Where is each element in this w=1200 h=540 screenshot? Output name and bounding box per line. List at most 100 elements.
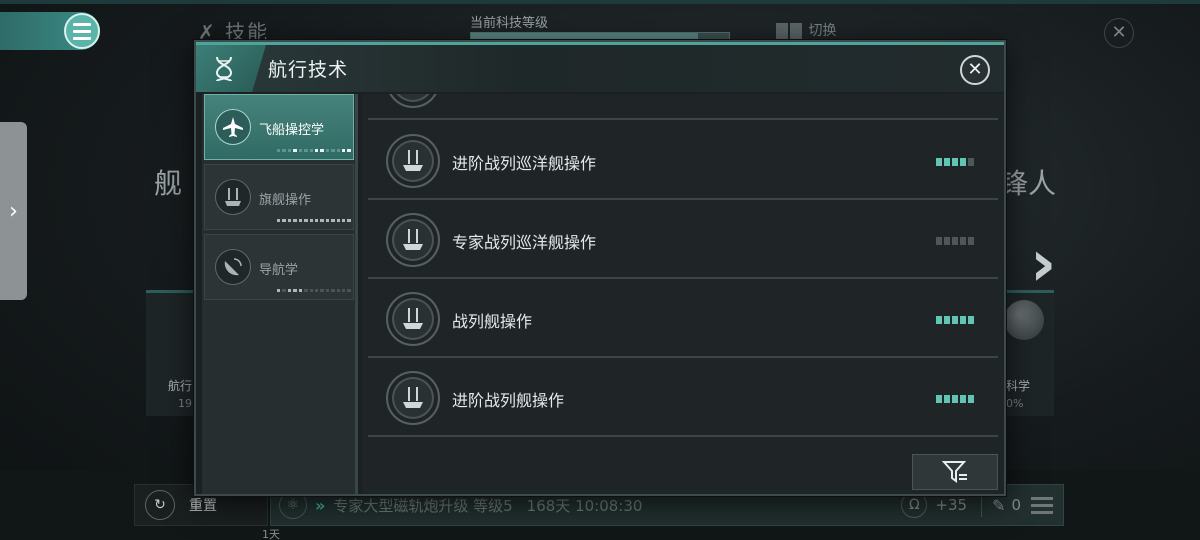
progress-dot <box>336 219 341 222</box>
progress-dot <box>342 149 346 152</box>
chevron-right-icon: › <box>9 198 18 224</box>
skill-name: 进阶战列巡洋舰操作 <box>452 154 597 173</box>
progress-dot <box>336 149 341 152</box>
sidebar-item-navigation[interactable]: 导航学 <box>204 234 354 300</box>
queue-skill-text: 专家大型磁轨炮升级 等级5 <box>333 496 513 515</box>
progress-dot <box>304 149 308 152</box>
queue-time-text: 168天 10:08:30 <box>526 496 643 515</box>
level-pip <box>968 316 974 324</box>
level-pip <box>968 395 974 403</box>
top-border <box>0 0 1200 4</box>
progress-dot <box>277 219 281 222</box>
level-pip <box>936 237 942 245</box>
skill-level-indicator <box>936 158 974 166</box>
sidebar-item-flagship-operation[interactable]: 旗舰操作 <box>204 164 354 230</box>
level-pip <box>944 237 950 245</box>
progress-dot <box>336 289 341 292</box>
tech-level-label: 当前科技等级 <box>470 16 549 31</box>
progress-dot <box>298 219 303 222</box>
category-progress-dots <box>277 219 351 223</box>
progress-dot <box>282 219 286 222</box>
battleship-icon <box>386 94 440 108</box>
level-pip <box>944 395 950 403</box>
battleship-icon <box>215 179 251 215</box>
progress-dot <box>282 149 286 152</box>
battleship-icon <box>386 134 440 188</box>
progress-dot <box>287 149 292 152</box>
level-pip <box>936 316 942 324</box>
progress-dot <box>320 149 324 152</box>
battleship-icon <box>386 292 440 346</box>
progress-dot <box>287 289 292 292</box>
list-item[interactable]: 专家战列巡洋舰操作 <box>368 201 998 279</box>
level-pip <box>952 158 958 166</box>
level-pip <box>944 158 950 166</box>
skill-level-indicator <box>936 237 974 245</box>
navigation-tech-dialog: 航行技术 ✕ 飞船操控学 旗舰操作 导航学 进阶战列巡洋舰操作 专家战列巡洋舰操… <box>194 40 1006 496</box>
list-icon[interactable] <box>1031 495 1053 516</box>
progress-dot <box>282 289 286 292</box>
dialog-header: 航行技术 ✕ <box>196 42 1004 92</box>
switch-button[interactable]: 切换 <box>776 20 836 40</box>
hamburger-menu-button[interactable] <box>64 13 100 49</box>
progress-dot <box>347 289 351 292</box>
level-pip <box>952 395 958 403</box>
close-icon: ✕ <box>967 59 983 80</box>
page-close-button[interactable]: ✕ <box>1104 18 1134 48</box>
progress-dot <box>277 149 281 152</box>
dialog-close-button[interactable]: ✕ <box>960 55 990 85</box>
list-item[interactable]: 进阶战列舰操作 <box>368 359 998 437</box>
planet-icon <box>1004 300 1044 340</box>
progress-dot <box>325 149 330 152</box>
day-tick-label: 1天 <box>262 528 280 540</box>
progress-dot <box>309 149 313 152</box>
queue-plus-count: +35 <box>935 496 968 514</box>
progress-dot <box>298 149 303 152</box>
filter-button[interactable] <box>912 454 998 490</box>
filter-icon <box>942 461 967 483</box>
dna-icon <box>196 45 266 92</box>
progress-dot <box>320 219 324 222</box>
list-item[interactable]: 战列舰操作 <box>368 280 998 358</box>
progress-dot <box>347 149 351 152</box>
left-drawer-toggle[interactable]: › <box>0 122 27 300</box>
level-pip <box>960 316 966 324</box>
progress-dot <box>277 289 281 292</box>
progress-dot <box>325 289 330 292</box>
bg-skill-card-left[interactable]: 航行 19 <box>146 290 196 416</box>
skill-level-indicator <box>936 395 974 403</box>
category-progress-dots <box>277 149 351 153</box>
skill-name: 进阶战列舰操作 <box>452 391 565 410</box>
level-pip <box>960 237 966 245</box>
queue-zero-count: 0 <box>1011 496 1021 514</box>
progress-dot <box>293 289 297 292</box>
level-pip <box>968 158 974 166</box>
progress-dot <box>325 219 330 222</box>
skill-list: 进阶战列巡洋舰操作 专家战列巡洋舰操作 战列舰操作 进阶战列舰操作 <box>362 94 1004 494</box>
double-chevron-icon: » <box>315 495 326 515</box>
level-pip <box>968 237 974 245</box>
progress-dot <box>309 219 313 222</box>
skill-level-indicator <box>936 316 974 324</box>
progress-dot <box>304 289 308 292</box>
next-arrow-button[interactable]: › <box>1030 232 1056 296</box>
sidebar-item-ship-piloting[interactable]: 飞船操控学 <box>204 94 354 160</box>
reset-icon: ↻ <box>145 490 175 520</box>
skill-name: 战列舰操作 <box>452 312 533 331</box>
level-pip <box>960 395 966 403</box>
progress-dot <box>331 289 335 292</box>
list-item[interactable]: 进阶战列巡洋舰操作 <box>368 122 998 200</box>
progress-dot <box>293 219 297 222</box>
progress-dot <box>314 219 319 222</box>
progress-dot <box>347 219 351 222</box>
progress-dot <box>287 219 292 222</box>
dialog-title: 航行技术 <box>268 59 349 81</box>
jet-icon <box>215 109 251 145</box>
progress-dot <box>342 219 346 222</box>
level-pip <box>960 158 966 166</box>
level-pip <box>952 237 958 245</box>
progress-dot <box>331 219 335 222</box>
progress-dot <box>309 289 313 292</box>
category-progress-dots <box>277 289 351 293</box>
list-item[interactable] <box>368 94 998 120</box>
